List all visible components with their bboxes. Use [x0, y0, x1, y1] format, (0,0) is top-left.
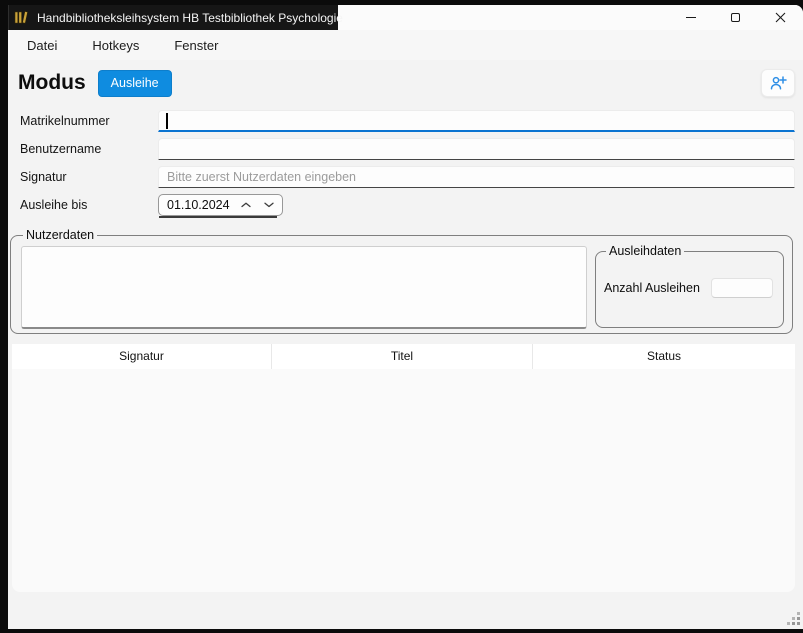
title-bar-dark-segment: Handbibliotheksleihsystem HB Testbibliot… [8, 5, 338, 30]
maximize-icon [731, 13, 740, 22]
mode-heading: Modus [18, 71, 86, 95]
date-spin-down-button[interactable] [257, 195, 280, 215]
window-title: Handbibliotheksleihsystem HB Testbibliot… [37, 11, 343, 25]
text-caret [166, 113, 168, 129]
minimize-button[interactable] [668, 5, 713, 30]
menu-item-hotkeys[interactable]: Hotkeys [81, 33, 150, 58]
benutzername-label: Benutzername [20, 142, 158, 156]
signatur-label: Signatur [20, 170, 158, 184]
nutzerdaten-content: Ausleihdaten Anzahl Ausleihen [21, 244, 784, 329]
date-field-underline [159, 216, 277, 218]
benutzername-input[interactable] [158, 138, 795, 160]
close-icon [775, 12, 786, 23]
resize-grip[interactable] [786, 611, 802, 627]
matrikelnummer-field-wrap [158, 110, 795, 132]
anzahl-ausleihen-input[interactable] [711, 278, 773, 298]
add-user-button[interactable] [761, 69, 795, 97]
matrikelnummer-input[interactable] [158, 110, 795, 132]
nutzerdaten-textarea[interactable] [21, 246, 587, 329]
matrikelnummer-label: Matrikelnummer [20, 114, 158, 128]
ausleihe-bis-label: Ausleihe bis [20, 198, 158, 212]
nutzerdaten-groupbox: Nutzerdaten Ausleihdaten Anzahl Ausleihe… [10, 228, 793, 334]
ausleihdaten-legend: Ausleihdaten [606, 244, 684, 258]
mode-ausleihe-button[interactable]: Ausleihe [98, 70, 172, 97]
ausleihe-bis-row: Ausleihe bis 01.10.2024 [20, 191, 795, 219]
maximize-button[interactable] [713, 5, 758, 30]
nutzerdaten-legend: Nutzerdaten [23, 228, 97, 242]
mode-row: Modus Ausleihe [8, 60, 803, 106]
date-spin-up-button[interactable] [234, 195, 257, 215]
benutzername-row: Benutzername [20, 135, 795, 163]
table-body-empty [12, 369, 795, 592]
table-header-row: Signatur Titel Status [12, 344, 795, 369]
benutzername-field-wrap [158, 138, 795, 160]
signatur-field-wrap [158, 166, 795, 188]
form-area: Matrikelnummer Benutzername Signatur Aus… [8, 106, 803, 219]
minimize-icon [686, 17, 696, 18]
signatur-input[interactable] [158, 166, 795, 188]
anzahl-ausleihen-row: Anzahl Ausleihen [604, 278, 773, 298]
table-header-titel[interactable]: Titel [272, 344, 533, 369]
library-books-icon [14, 10, 29, 25]
ausleihe-bis-date-value[interactable]: 01.10.2024 [167, 198, 234, 212]
app-window: Handbibliotheksleihsystem HB Testbibliot… [8, 5, 803, 629]
menu-item-datei[interactable]: Datei [16, 33, 68, 58]
menu-item-fenster[interactable]: Fenster [163, 33, 229, 58]
title-bar: Handbibliotheksleihsystem HB Testbibliot… [8, 5, 803, 30]
ausleihe-bis-date-spinner[interactable]: 01.10.2024 [158, 194, 283, 216]
person-add-icon [769, 75, 787, 91]
table-header-signatur[interactable]: Signatur [12, 344, 272, 369]
close-button[interactable] [758, 5, 803, 30]
ausleihdaten-groupbox: Ausleihdaten Anzahl Ausleihen [595, 244, 784, 328]
table-header-status[interactable]: Status [533, 344, 795, 369]
chevron-up-icon [241, 202, 251, 208]
signatur-row: Signatur [20, 163, 795, 191]
matrikelnummer-row: Matrikelnummer [20, 107, 795, 135]
anzahl-ausleihen-label: Anzahl Ausleihen [604, 281, 711, 295]
chevron-down-icon [264, 202, 274, 208]
menu-bar: Datei Hotkeys Fenster [8, 30, 803, 60]
title-bar-spacer [338, 5, 668, 30]
